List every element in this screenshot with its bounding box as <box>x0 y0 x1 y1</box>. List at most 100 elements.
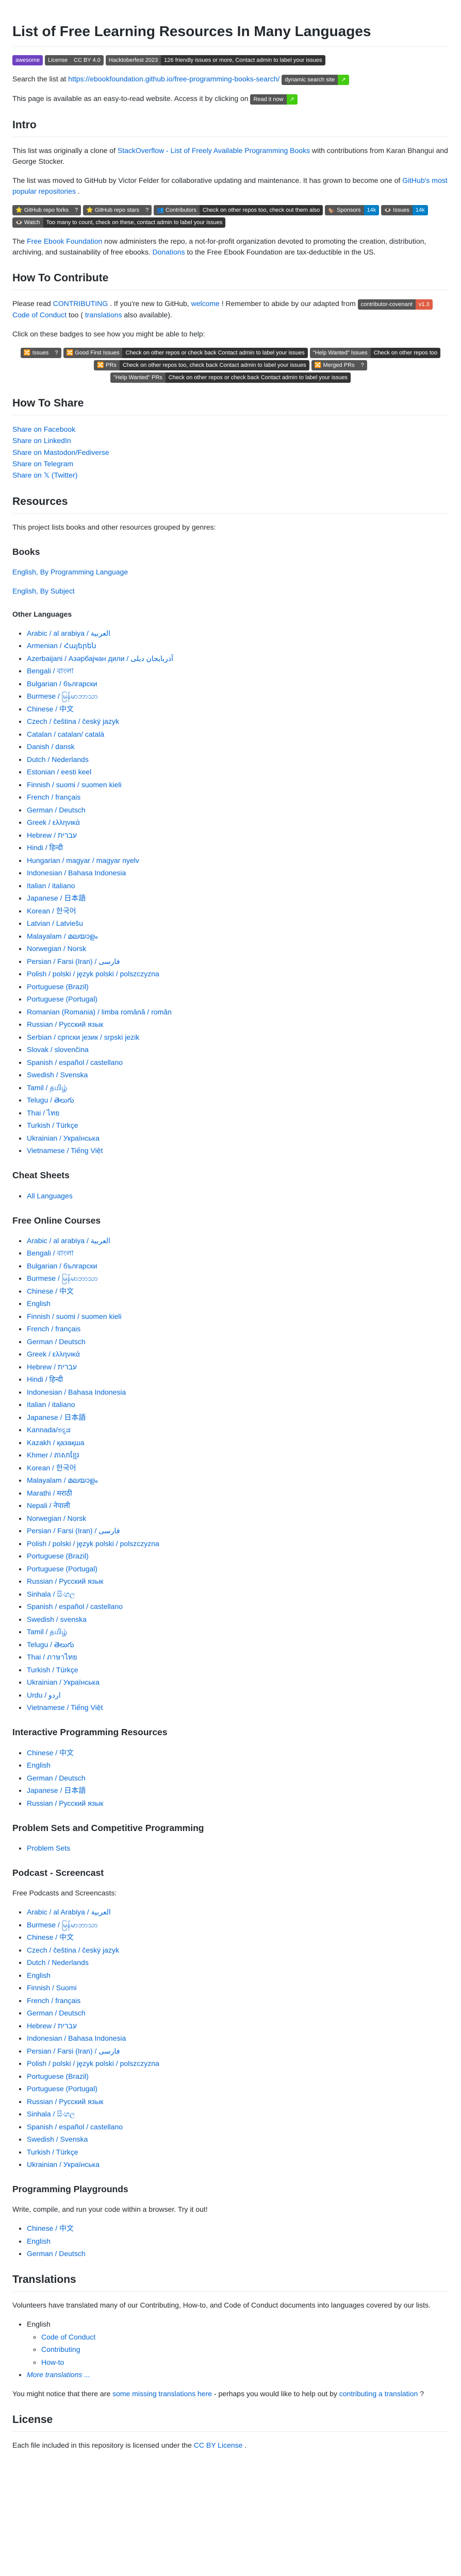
language-link[interactable]: Finnish / suomi / suomen kieli <box>27 781 122 789</box>
language-link[interactable]: Sinhala / සිංහල <box>27 1590 75 1598</box>
translation-doc-link[interactable]: Code of Conduct <box>41 2333 95 2341</box>
language-link[interactable]: Vietnamese / Tiếng Việt <box>27 1703 103 1711</box>
covenant-badge[interactable]: contributor-covenantv1.3 <box>358 299 433 310</box>
fef-link[interactable]: Free Ebook Foundation <box>27 237 102 245</box>
donations-link[interactable]: Donations <box>153 248 185 256</box>
easy-read-badge[interactable]: Read it now↗ <box>250 94 297 105</box>
language-link[interactable]: French / français <box>27 1325 80 1333</box>
language-link[interactable]: French / français <box>27 1996 80 2005</box>
language-link[interactable]: Serbian / српски језик / srpski jezik <box>27 1033 139 1041</box>
books-by-lang-link[interactable]: English, By Programming Language <box>12 568 128 576</box>
language-link[interactable]: Chinese / 中文 <box>27 1287 74 1295</box>
language-link[interactable]: Bulgarian / български <box>27 1262 97 1270</box>
language-link[interactable]: Bengali / বাংলা <box>27 1249 74 1257</box>
translation-doc-link[interactable]: Contributing <box>41 2345 80 2353</box>
language-link[interactable]: English <box>27 1971 51 1979</box>
language-link[interactable]: Italian / italiano <box>27 882 75 890</box>
language-link[interactable]: Bulgarian / български <box>27 680 97 688</box>
badge[interactable]: awesome <box>12 55 43 65</box>
language-link[interactable]: Indonesian / Bahasa Indonesia <box>27 2034 126 2042</box>
welcome-link[interactable]: welcome <box>191 299 220 308</box>
language-link[interactable]: Burmese / မြန်မာဘာသာ <box>27 1921 98 1929</box>
language-link[interactable]: German / Deutsch <box>27 1774 86 1782</box>
language-link[interactable]: Urdu / اردو <box>27 1691 61 1699</box>
badge[interactable]: ⭐ GitHub repo stars? <box>83 205 152 215</box>
language-link[interactable]: Finnish / suomi / suomen kieli <box>27 1312 122 1320</box>
badge[interactable]: LicenseCC BY 4.0 <box>45 55 104 65</box>
language-link[interactable]: Russian / Русский язык <box>27 2097 103 2106</box>
badge[interactable]: 🔀 Merged PRs? <box>311 360 367 370</box>
share-link[interactable]: Share on Facebook <box>12 425 75 433</box>
badge[interactable]: 🔀 Issues? <box>21 348 61 358</box>
language-link[interactable]: Latvian / Latviešu <box>27 919 83 927</box>
language-link[interactable]: Armenian / Հայերեն <box>27 641 96 650</box>
language-link[interactable]: Portuguese (Portugal) <box>27 2084 97 2093</box>
language-link[interactable]: Polish / polski / język polski / polszcz… <box>27 1539 159 1548</box>
language-link[interactable]: Vietnamese / Tiếng Việt <box>27 1146 103 1155</box>
language-link[interactable]: Chinese / 中文 <box>27 1933 74 1941</box>
language-link[interactable]: Sinhala / සිංහල <box>27 2110 75 2118</box>
language-link[interactable]: Russian / Русский язык <box>27 1577 103 1585</box>
language-link[interactable]: Hebrew / עברית <box>27 2022 77 2030</box>
contributing-link[interactable]: CONTRIBUTING <box>53 299 108 308</box>
language-link[interactable]: Bengali / বাংলা <box>27 667 74 675</box>
language-link[interactable]: Danish / dansk <box>27 742 75 751</box>
language-link[interactable]: Telugu / తెలుగు <box>27 1096 74 1104</box>
language-link[interactable]: Portuguese (Portugal) <box>27 995 97 1003</box>
language-link[interactable]: Estonian / eesti keel <box>27 768 91 776</box>
search-badge[interactable]: dynamic search site↗ <box>282 75 349 85</box>
language-link[interactable]: Swedish / Svenska <box>27 2135 88 2143</box>
language-link[interactable]: Khmer / ភាសាខ្មែរ <box>27 1451 79 1459</box>
badge[interactable]: Hacktoberfest 2023126 friendly issues or… <box>106 55 325 65</box>
language-link[interactable]: Spanish / español / castellano <box>27 1058 123 1066</box>
language-link[interactable]: Korean / 한국어 <box>27 1464 76 1472</box>
ccby-link[interactable]: CC BY License <box>194 2441 243 2449</box>
language-link[interactable]: Hebrew / עברית <box>27 831 77 839</box>
language-link[interactable]: Tamil / தமிழ் <box>27 1083 68 1092</box>
problem-sets-link[interactable]: Problem Sets <box>27 1844 70 1852</box>
language-link[interactable]: Malayalam / മലയാളം <box>27 1476 97 1484</box>
language-link[interactable]: English <box>27 2237 51 2245</box>
language-link[interactable]: Burmese / မြန်မာဘာသာ <box>27 692 98 700</box>
language-link[interactable]: Azerbaijani / Азәрбајҹан дили / آذربايجا… <box>27 654 173 663</box>
language-link[interactable]: Norwegian / Norsk <box>27 1514 86 1522</box>
language-link[interactable]: Tamil / தமிழ் <box>27 1628 68 1636</box>
language-link[interactable]: Malayalam / മലയാളം <box>27 932 97 940</box>
language-link[interactable]: Norwegian / Norsk <box>27 944 86 953</box>
badge[interactable]: 🔀 PRsCheck on other repos too, check bac… <box>94 360 309 370</box>
language-link[interactable]: Japanese / 日本語 <box>27 1786 86 1794</box>
missing-translations-link[interactable]: some missing translations here <box>112 2389 212 2398</box>
language-link[interactable]: Russian / Русский язык <box>27 1799 103 1807</box>
language-link[interactable]: Turkish / Türkçe <box>27 1666 78 1674</box>
coc-link[interactable]: Code of Conduct <box>12 311 67 319</box>
language-link[interactable]: Swedish / svenska <box>27 1615 87 1623</box>
language-link[interactable]: German / Deutsch <box>27 2009 86 2017</box>
language-link[interactable]: Dutch / Nederlands <box>27 1958 89 1967</box>
language-link[interactable]: German / Deutsch <box>27 806 86 814</box>
more-translations-link[interactable]: More translations ... <box>27 2370 90 2379</box>
language-link[interactable]: Ukrainian / Українська <box>27 2160 100 2168</box>
share-link[interactable]: Share on LinkedIn <box>12 436 71 445</box>
language-link[interactable]: Spanish / español / castellano <box>27 1602 123 1611</box>
language-link[interactable]: Hungarian / magyar / magyar nyelv <box>27 856 139 865</box>
translations-link[interactable]: translations <box>85 311 122 319</box>
language-link[interactable]: Portuguese (Brazil) <box>27 2072 89 2080</box>
language-link[interactable]: Ukrainian / Українська <box>27 1678 100 1686</box>
cheat-all-link[interactable]: All Languages <box>27 1192 73 1200</box>
language-link[interactable]: Portuguese (Brazil) <box>27 982 89 991</box>
share-link[interactable]: Share on Telegram <box>12 460 73 468</box>
language-link[interactable]: Slovak / slovenčina <box>27 1045 89 1054</box>
language-link[interactable]: German / Deutsch <box>27 1337 86 1346</box>
language-link[interactable]: Chinese / 中文 <box>27 705 74 713</box>
language-link[interactable]: Hindi / हिन्दी <box>27 1375 63 1383</box>
language-link[interactable]: Japanese / 日本語 <box>27 894 86 902</box>
contributing-translation-link[interactable]: contributing a translation <box>339 2389 418 2398</box>
stackoverflow-link[interactable]: StackOverflow - List of Freely Available… <box>118 146 310 155</box>
language-link[interactable]: Romanian (Romania) / limba română / româ… <box>27 1008 172 1016</box>
language-link[interactable]: Turkish / Türkçe <box>27 2148 78 2156</box>
language-link[interactable]: Nepali / नेपाली <box>27 1501 70 1510</box>
language-link[interactable]: Burmese / မြန်မာဘာသာ <box>27 1274 98 1282</box>
language-link[interactable]: Thai / ภาษาไทย <box>27 1653 77 1661</box>
language-link[interactable]: Dutch / Nederlands <box>27 755 89 764</box>
language-link[interactable]: Czech / čeština / český jazyk <box>27 1946 119 1954</box>
